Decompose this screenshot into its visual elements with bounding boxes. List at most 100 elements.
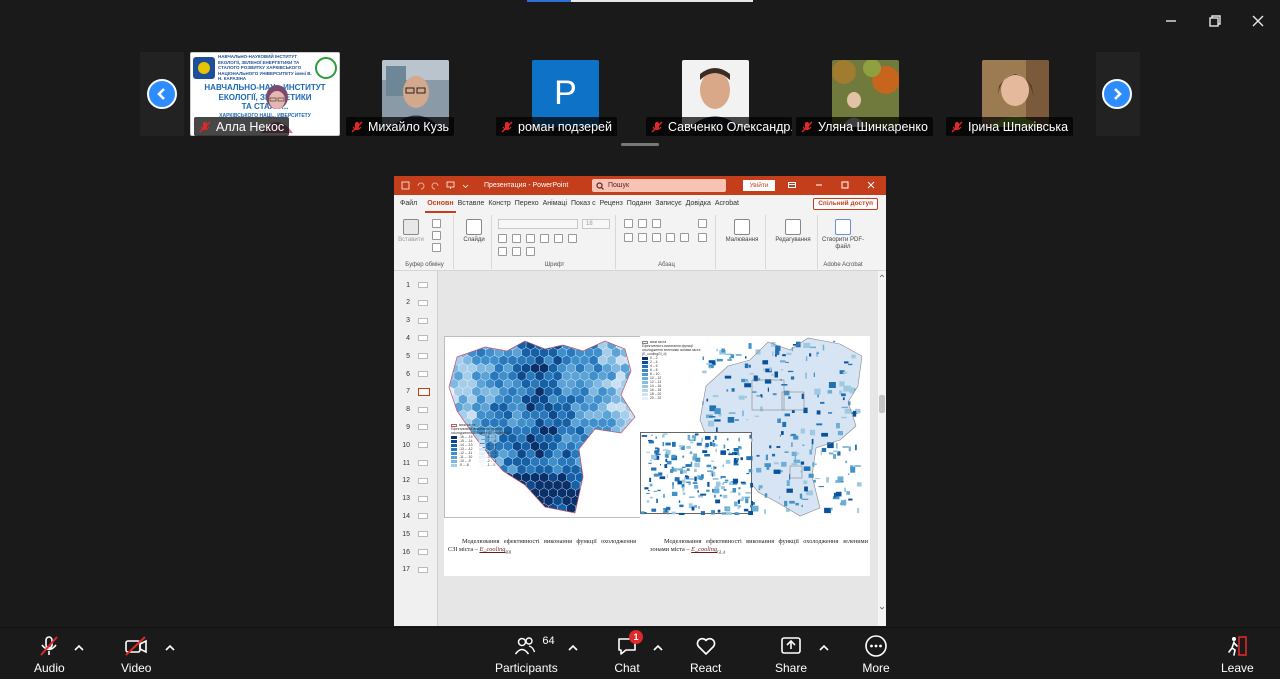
indent-icon[interactable] [652,219,661,228]
format-painter-icon[interactable] [432,243,441,252]
more-button[interactable]: More [862,634,890,675]
slide-thumbnail[interactable]: 6 [398,368,436,380]
paste-button[interactable]: Вставити [398,219,424,244]
slide-thumbnail[interactable]: 16 [398,546,436,558]
signin-button[interactable]: Увійти [743,180,775,191]
tab-transitions[interactable]: Перехо [513,195,541,213]
close-window-button[interactable] [1247,10,1269,32]
underline-icon[interactable] [526,234,535,243]
customize-toolbar-icon[interactable] [461,181,470,190]
slide-thumbnail[interactable]: 2 [398,297,436,309]
numbering-icon[interactable] [638,219,647,228]
shadow-icon[interactable] [554,234,563,243]
tab-view[interactable]: Поданн [625,195,653,213]
copy-icon[interactable] [432,231,441,240]
chat-options-button[interactable] [652,640,664,651]
minimize-button[interactable] [1160,10,1182,32]
slide-thumbnail[interactable]: 3 [398,315,436,327]
react-button[interactable]: React [690,634,721,675]
scroll-down-icon[interactable] [879,605,885,611]
current-slide[interactable]: межі міста Ефективність виконання функці… [444,336,870,576]
present-icon[interactable] [446,181,455,190]
tab-design[interactable]: Констр [486,195,512,213]
participants-options-button[interactable] [567,640,579,651]
pp-maximize-button[interactable] [840,180,850,190]
restore-button[interactable] [1204,10,1226,32]
participant-tile-3[interactable]: P роман подзерей [492,52,640,136]
bold-icon[interactable] [498,234,507,243]
chat-button[interactable]: 1 Chat [613,630,643,675]
green-zone [686,445,691,449]
undo-icon[interactable] [416,181,425,190]
participant-tile-4[interactable]: Савченко Олександр... [642,52,792,136]
spacing-icon[interactable] [568,234,577,243]
tab-help[interactable]: Довідка [684,195,713,213]
leave-button[interactable]: Leave [1221,634,1254,675]
tab-insert[interactable]: Вставле [456,195,487,213]
share-button[interactable]: Share [775,634,807,675]
slide-thumbnail[interactable]: 5 [398,350,436,362]
gallery-next-button[interactable] [1102,79,1132,109]
cut-icon[interactable] [432,219,441,228]
text-direction-icon[interactable] [698,219,707,228]
audio-button[interactable]: Audio [34,634,65,675]
italic-icon[interactable] [512,234,521,243]
scroll-thumb[interactable] [879,395,885,413]
create-pdf-button[interactable]: Створити PDF-файл [822,219,864,251]
video-button[interactable]: Video [121,634,151,675]
align-center-icon[interactable] [638,233,647,242]
slide-scrollbar[interactable] [878,271,886,626]
slide-thumbnail[interactable]: 10 [398,439,436,451]
slide-thumbnail[interactable]: 7 [398,386,436,398]
redo-icon[interactable] [431,181,440,190]
highlight-icon[interactable] [512,247,521,256]
pp-minimize-button[interactable] [814,180,824,190]
tab-review[interactable]: Реценз [598,195,625,213]
participant-tile-6[interactable]: Ірина Шпаківська [942,52,1090,136]
participants-button[interactable]: 64 Participants [495,634,558,675]
bullets-icon[interactable] [624,219,633,228]
columns-icon[interactable] [680,233,689,242]
video-options-button[interactable] [164,640,176,651]
slide-thumbnail[interactable]: 4 [398,332,436,344]
align-right-icon[interactable] [652,233,661,242]
scroll-up-icon[interactable] [879,273,885,279]
justify-icon[interactable] [666,233,675,242]
share-options-button[interactable] [818,640,830,651]
slide-thumbnail[interactable]: 17 [398,564,436,576]
font-family-select[interactable] [498,219,578,229]
slide-thumbnail[interactable]: 12 [398,475,436,487]
slide-thumbnail[interactable]: 15 [398,528,436,540]
tab-record[interactable]: Записує [653,195,683,213]
slide-thumbnail[interactable]: 8 [398,404,436,416]
share-access-button[interactable]: Спільний доступ [813,198,878,210]
tab-animations[interactable]: Анімаці [541,195,569,213]
tab-file[interactable]: Файл [398,195,419,213]
participant-tile-5[interactable]: Уляна Шинкаренко [792,52,940,136]
save-icon[interactable] [401,181,410,190]
slide-thumbnail[interactable]: 9 [398,421,436,433]
slide-thumbnail[interactable]: 13 [398,493,436,505]
slides-button[interactable]: Слайди [460,219,488,244]
slide-thumbnail[interactable]: 14 [398,510,436,522]
strikethrough-icon[interactable] [540,234,549,243]
font-size-select[interactable]: 18 [582,219,610,229]
smartart-icon[interactable] [698,233,707,242]
search-input[interactable]: Пошук [592,179,726,192]
align-left-icon[interactable] [624,233,633,242]
text-effects-icon[interactable] [498,247,507,256]
gallery-resize-handle[interactable] [621,143,659,146]
tab-slideshow[interactable]: Показ с [569,195,598,213]
drawing-button[interactable]: Малювання [720,219,764,244]
tab-home[interactable]: Основн [425,195,456,213]
slide-thumbnail[interactable]: 11 [398,457,436,469]
pp-close-button[interactable] [866,180,876,190]
tab-acrobat[interactable]: Acrobat [713,195,741,213]
slide-thumbnail[interactable]: 1 [398,279,436,291]
participant-tile-2[interactable]: Михайло Кузь [342,52,490,136]
font-color-icon[interactable] [526,247,535,256]
audio-options-button[interactable] [73,640,85,651]
ribbon-display-button[interactable] [787,180,797,190]
participant-tile-1[interactable]: НАВЧАЛЬНО-НАУКОВИЙ ІНСТИТУТ ЕКОЛОГІЇ, ЗЕ… [140,52,340,136]
editing-button[interactable]: Редагування [770,219,816,244]
